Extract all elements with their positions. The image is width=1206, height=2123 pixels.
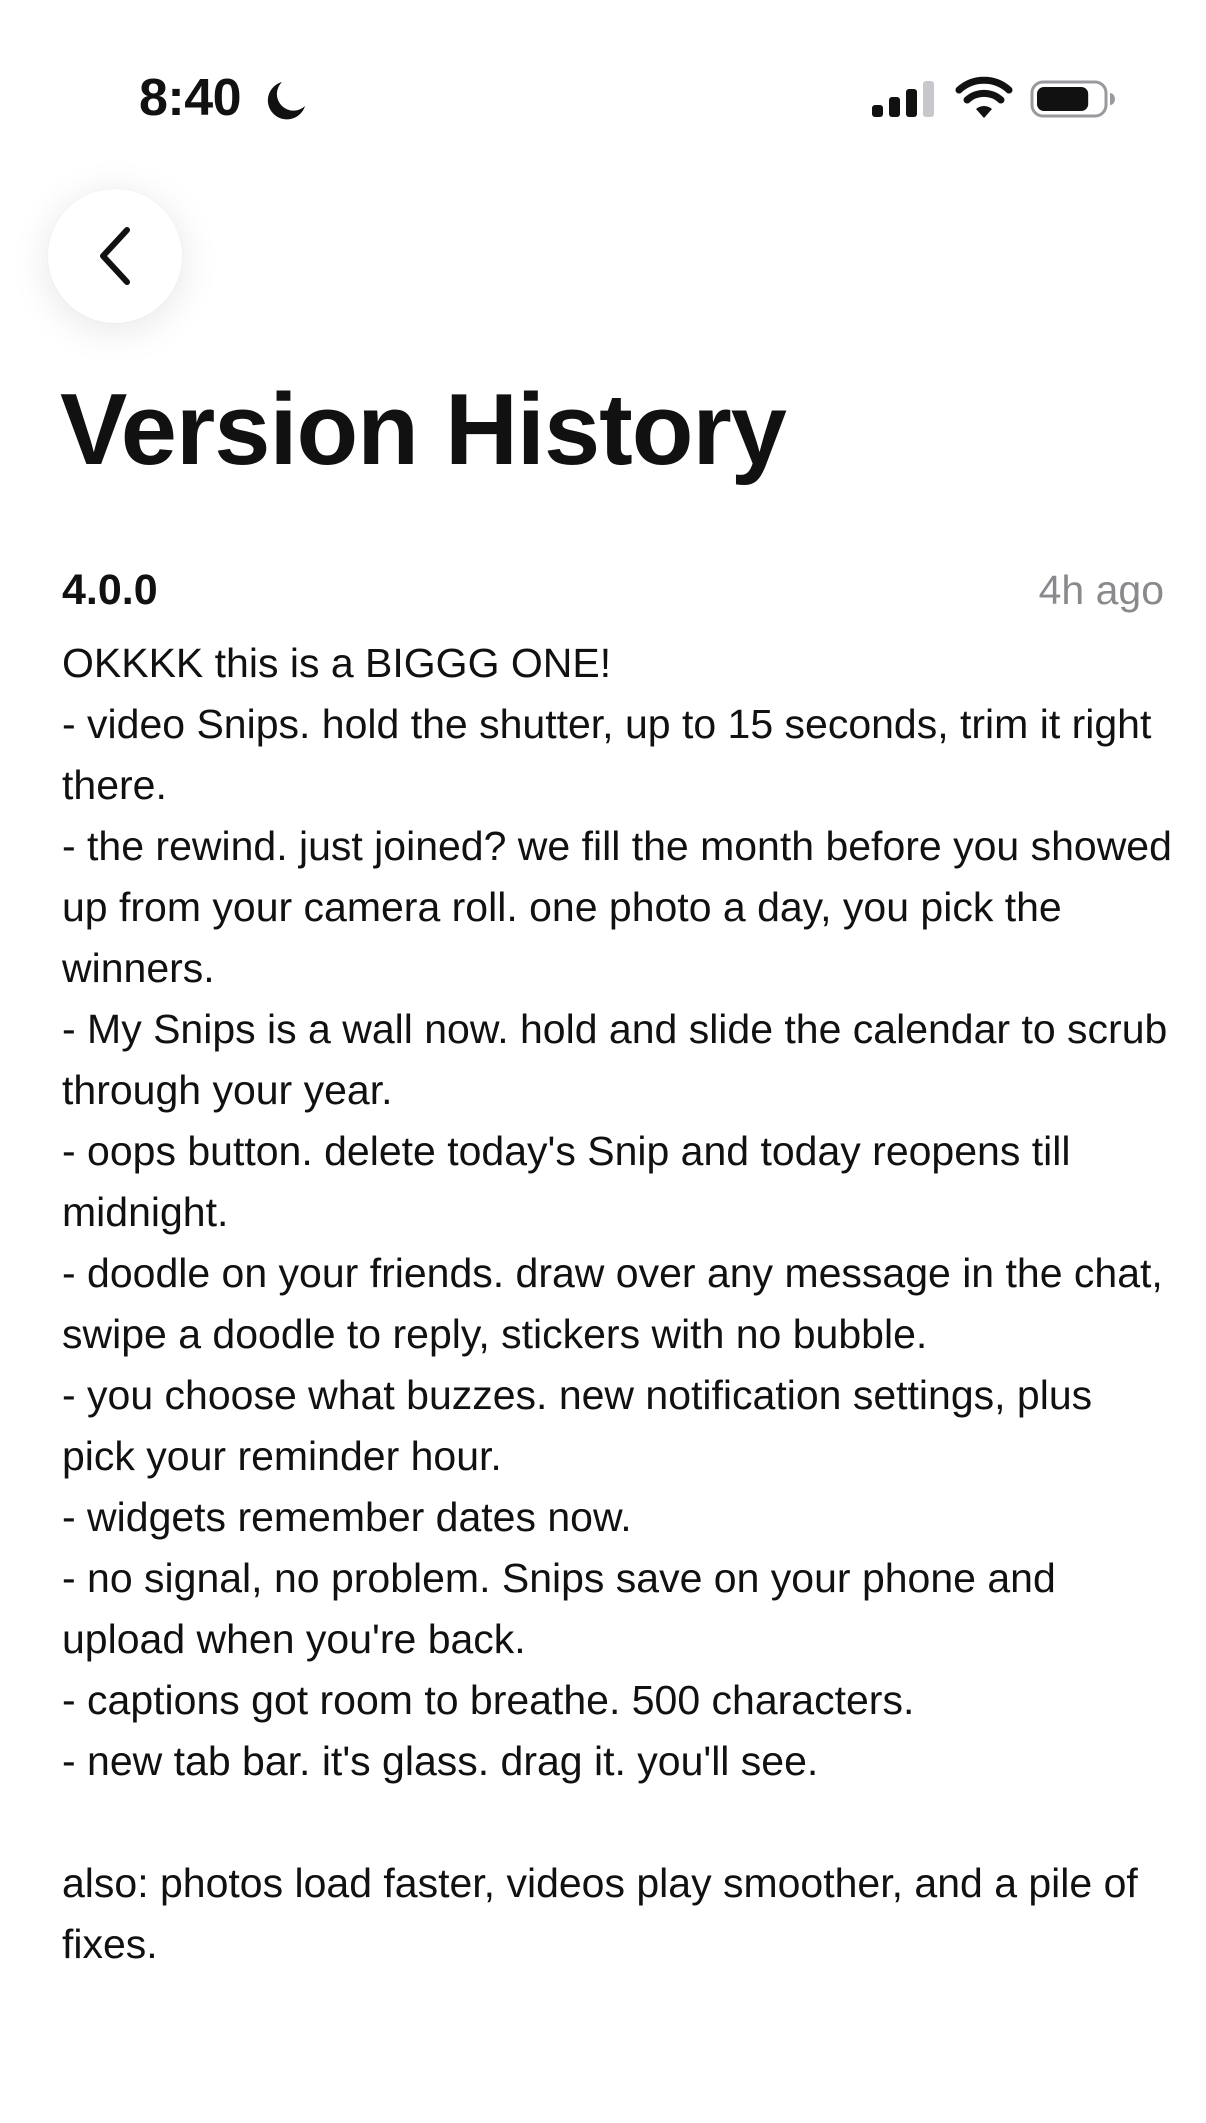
back-button[interactable] <box>48 189 182 323</box>
release-note-line: - no signal, no problem. Snips save on y… <box>62 1555 1056 1662</box>
release-note-line: - new tab bar. it's glass. drag it. you'… <box>62 1738 819 1784</box>
release-note-line: - the rewind. just joined? we fill the m… <box>62 823 1172 991</box>
status-time: 8:40 <box>139 69 242 127</box>
release-notes: OKKKK this is a BIGGG ONE! - video Snips… <box>62 633 1172 1975</box>
release-note-line: - doodle on your friends. draw over any … <box>62 1250 1163 1357</box>
release-note-line: OKKKK this is a BIGGG ONE! <box>62 640 612 686</box>
release-note-line: - captions got room to breathe. 500 char… <box>62 1677 915 1723</box>
release-header: 4.0.0 4h ago <box>62 560 1164 620</box>
page-title: Version History <box>60 374 787 486</box>
release-note-line: - widgets remember dates now. <box>62 1494 632 1540</box>
battery-icon <box>1030 80 1115 118</box>
release-note-line: - oops button. delete today's Snip and t… <box>62 1128 1071 1235</box>
cellular-signal-icon <box>872 81 934 117</box>
release-note-footer: also: photos load faster, videos play sm… <box>62 1860 1138 1967</box>
paragraph-spacer <box>62 1792 1172 1853</box>
release-note-line: - video Snips. hold the shutter, up to 1… <box>62 701 1152 808</box>
release-note-line: - you choose what buzzes. new notificati… <box>62 1372 1093 1479</box>
release-note-line: - My Snips is a wall now. hold and slide… <box>62 1006 1168 1113</box>
status-bar: 8:40 <box>0 0 1206 190</box>
moon-icon <box>267 82 305 120</box>
version-number: 4.0.0 <box>62 566 158 614</box>
wifi-icon <box>955 76 1013 118</box>
release-timestamp: 4h ago <box>1038 567 1164 613</box>
chevron-left-icon <box>100 227 130 285</box>
